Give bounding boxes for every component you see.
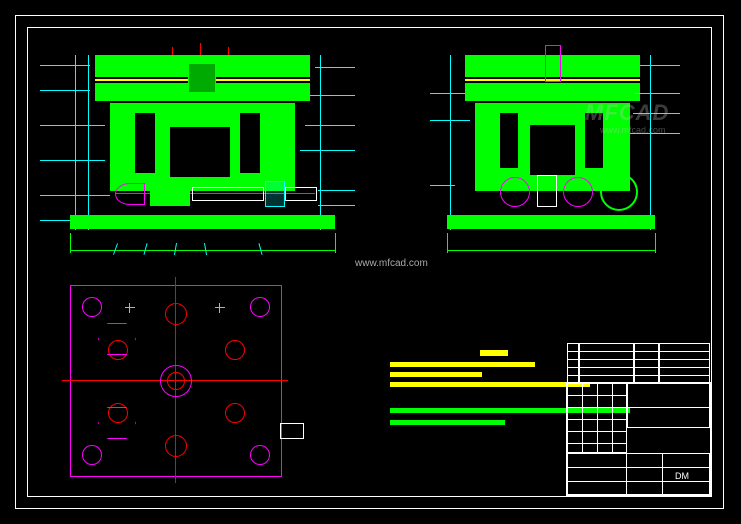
front-section-view: [60, 55, 350, 265]
watermark-brand: MFCAD: [585, 100, 669, 126]
side-section-view: [445, 55, 675, 265]
watermark-brand-text: MFCAD: [585, 100, 669, 125]
drawing-number: DM: [675, 471, 689, 481]
top-view: [70, 285, 295, 485]
watermark-url: www.mfcad.com: [355, 258, 428, 269]
title-block: DM: [566, 382, 711, 496]
watermark-brand-sub: www.mfcad.com: [600, 125, 666, 135]
